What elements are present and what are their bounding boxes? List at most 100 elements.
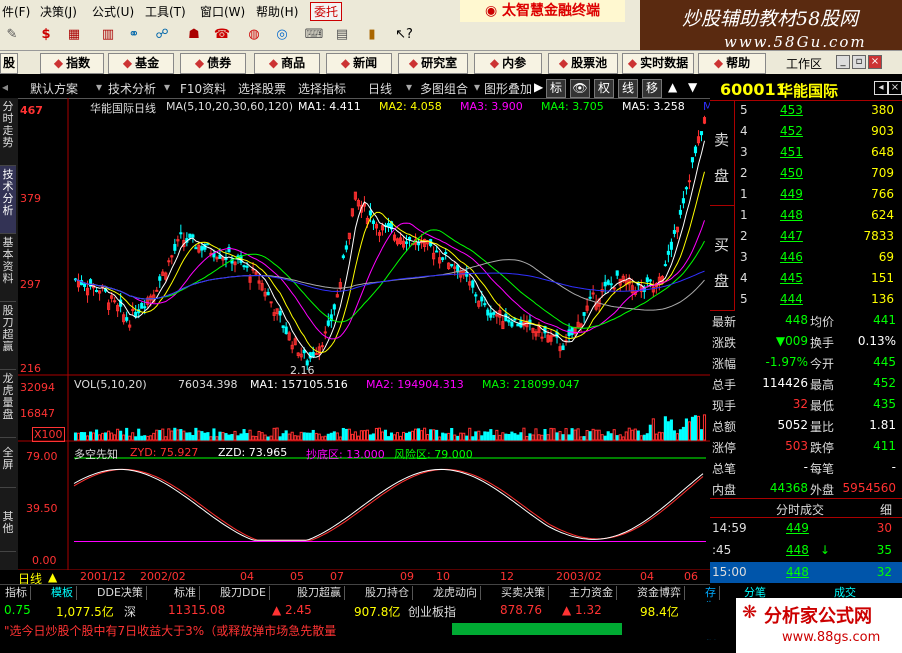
order-book-row[interactable]: 2 450 709 (710, 163, 902, 184)
play-icon[interactable]: ▶ (534, 80, 543, 94)
restore-icon[interactable]: ▫ (852, 55, 866, 69)
overlay-button[interactable]: 图形叠加 (484, 80, 532, 97)
workspace-label[interactable]: 工作区 (786, 55, 822, 72)
help-pointer-icon[interactable]: ↖? (394, 26, 414, 44)
period-button[interactable]: 日线 (368, 80, 392, 97)
period-arrow-icon[interactable]: ▲ (48, 570, 57, 584)
chevron-left-icon[interactable]: ◂ (2, 80, 8, 94)
dollar-icon[interactable]: $ (36, 26, 56, 44)
nav-news[interactable]: ◆ 新闻 (326, 53, 392, 74)
trades-detail-button[interactable]: 细 (880, 501, 892, 518)
entrust-button[interactable]: 委托 (310, 2, 343, 21)
menu-formula[interactable]: 公式(U) (92, 3, 134, 20)
ticker-text[interactable]: "选今日炒股个股中有7日收益大于3%（或释放弹市场急先散量 (4, 622, 336, 639)
rights-button[interactable]: 权 (594, 79, 614, 98)
order-book-row[interactable]: 3 451 648 (710, 142, 902, 163)
eye-icon[interactable]: 👁 (570, 79, 590, 98)
tab-fullscreen[interactable]: 全屏 (0, 444, 16, 488)
tab-guda-super[interactable]: 股刀超赢 (0, 302, 16, 370)
indicator-tab[interactable]: 指标 (2, 586, 31, 600)
order-book-row[interactable]: 5 453 380 (710, 100, 902, 121)
tab-intraday[interactable]: 分时走势 (0, 98, 16, 166)
chart-icon[interactable]: ▥ (98, 26, 118, 44)
indicator-tab[interactable]: 主力资金 (566, 586, 617, 600)
candle-body (281, 325, 285, 329)
tech-analysis-button[interactable]: 技术分析 (108, 80, 156, 97)
newspaper-icon[interactable]: ▤ (332, 26, 352, 44)
toolbar: ✎ $ ▦ ▥ ⚭ ☍ ☗ ☎ ◍ ◎ ⌨ ▤ ▮ ↖? (0, 22, 640, 50)
indicator-tab[interactable]: 存为模板 (702, 586, 720, 641)
binoculars-icon[interactable]: ⚭ (124, 26, 144, 44)
candle-body (570, 326, 574, 335)
nav-bond[interactable]: ◆ 债券 (180, 53, 246, 74)
volume-bar (693, 415, 698, 441)
nav-index[interactable]: ◆ 指数 (40, 53, 104, 74)
order-book-row[interactable]: 5 444 136 (710, 289, 902, 310)
phone-icon[interactable]: ☎ (212, 26, 232, 44)
tab-dragon-tiger[interactable]: 龙虎量盘 (0, 370, 16, 438)
order-book-row[interactable]: 3 446 69 (710, 247, 902, 268)
people-icon[interactable]: ☗ (184, 26, 204, 44)
indicator-tab[interactable]: 股刀超赢 (294, 586, 345, 600)
nav-stock-pool[interactable]: ◆ 股票池 (548, 53, 618, 74)
chevron-down-icon[interactable]: ▾ (406, 80, 412, 94)
chevron-down-icon[interactable]: ▾ (96, 80, 102, 94)
minimize-icon[interactable]: _ (836, 55, 850, 69)
indicator-tab[interactable]: 资金博弈 (634, 586, 685, 600)
close-icon[interactable]: × (868, 55, 882, 69)
nav-help[interactable]: ◆ 帮助 (698, 53, 766, 74)
close-icon[interactable]: × (888, 81, 902, 95)
order-book-row[interactable]: 4 452 903 (710, 121, 902, 142)
menu-window[interactable]: 窗口(W) (200, 3, 245, 20)
nav-stock[interactable]: 股 (0, 53, 18, 74)
chevron-down-icon[interactable]: ▾ (164, 80, 170, 94)
zoom-in-icon[interactable]: ▲ (668, 80, 677, 94)
menu-file[interactable]: 件(F) (2, 3, 30, 20)
indicator-tab[interactable]: 标准 (171, 586, 200, 600)
nav-realtime-data[interactable]: ◆ 实时数据 (622, 53, 694, 74)
menu-help[interactable]: 帮助(H) (256, 3, 298, 20)
indicator-tab[interactable]: 股刀持仓 (362, 586, 413, 600)
nav-insider[interactable]: ◆ 内参 (474, 53, 542, 74)
network-icon[interactable]: ☍ (152, 26, 172, 44)
menu-tools[interactable]: 工具(T) (145, 3, 186, 20)
globe-icon[interactable]: ◍ (244, 26, 264, 44)
target-icon[interactable]: ◎ (272, 26, 292, 44)
indicator-tab[interactable]: 模板 (48, 586, 77, 600)
move-button[interactable]: 移 (642, 79, 662, 98)
order-book-row[interactable]: 4 445 151 (710, 268, 902, 289)
grid-icon[interactable]: ▦ (64, 26, 84, 44)
nav-commodity[interactable]: ◆ 商品 (254, 53, 320, 74)
mark-button[interactable]: 标 (546, 79, 566, 98)
tab-technical[interactable]: 技术分析 (0, 166, 16, 234)
pencil-icon[interactable]: ✎ (2, 26, 22, 44)
select-indicator-button[interactable]: 选择指标 (298, 80, 346, 97)
tab-fundamentals[interactable]: 基本资料 (0, 234, 16, 302)
expand-icon[interactable]: ◂ (874, 81, 888, 95)
candle-body (561, 345, 565, 351)
volume: 709 (871, 166, 894, 180)
nav-fund[interactable]: ◆ 基金 (108, 53, 174, 74)
zoom-out-icon[interactable]: ▼ (688, 80, 697, 94)
order-book-row[interactable]: 1 448 624 (710, 205, 902, 226)
indicator-tab[interactable]: 龙虎动向 (430, 586, 481, 600)
books-icon[interactable]: ▮ (362, 26, 382, 44)
indicator-tab[interactable]: 股刀DDE (217, 586, 270, 600)
order-book-row[interactable]: 2 447 7833 (710, 226, 902, 247)
f10-button[interactable]: F10资料 (180, 80, 226, 97)
indicator-tab[interactable]: DDE决策 (94, 586, 147, 600)
indicator-tab[interactable]: 买卖决策 (498, 586, 549, 600)
menu-decision[interactable]: 决策(J) (40, 3, 77, 20)
chart-area[interactable]: 华能国际日线 MA(5,10,20,30,60,120) MA1: 4.411 M… (18, 98, 731, 570)
default-scheme-button[interactable]: 默认方案 (30, 80, 78, 97)
nav-research[interactable]: ◆ 研究室 (398, 53, 468, 74)
order-book-row[interactable]: 1 449 766 (710, 184, 902, 205)
kline-chart[interactable] (18, 98, 710, 570)
chevron-down-icon[interactable]: ▾ (474, 80, 480, 94)
tab-other[interactable]: 其他 (0, 508, 16, 552)
select-stock-button[interactable]: 选择股票 (238, 80, 286, 97)
line-button[interactable]: 线 (618, 79, 638, 98)
multi-chart-button[interactable]: 多图组合 (420, 80, 468, 97)
keyboard-icon[interactable]: ⌨ (304, 26, 324, 44)
volume-bar (236, 435, 240, 441)
